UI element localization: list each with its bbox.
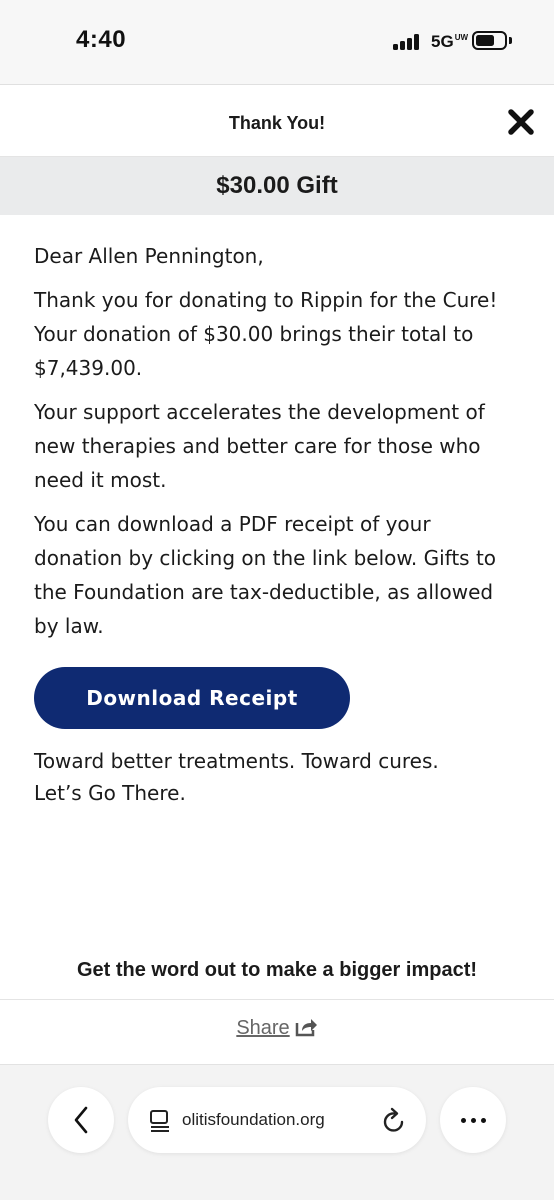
network-indicator: 5GUW bbox=[431, 32, 468, 52]
download-receipt-button[interactable]: Download Receipt bbox=[34, 667, 350, 729]
reader-icon[interactable] bbox=[148, 1108, 172, 1132]
share-icon[interactable] bbox=[294, 1017, 318, 1037]
back-button[interactable] bbox=[48, 1087, 114, 1153]
address-bar[interactable]: olitisfoundation.org bbox=[128, 1087, 426, 1153]
url-text[interactable]: olitisfoundation.org bbox=[182, 1110, 382, 1130]
support-paragraph: Your support accelerates the development… bbox=[34, 400, 485, 492]
gift-amount: $30.00 Gift bbox=[216, 172, 338, 199]
reload-icon[interactable] bbox=[382, 1107, 406, 1133]
thank-you-paragraph: Thank you for donating to Rippin for the… bbox=[34, 288, 498, 380]
browser-toolbar: olitisfoundation.org bbox=[0, 1064, 554, 1200]
share-heading: Get the word out to make a bigger impact… bbox=[76, 959, 478, 981]
thank-you-modal: Thank You! $30.00 Gift Dear Allen Pennin… bbox=[0, 84, 554, 1064]
gift-bar: $30.00 Gift bbox=[0, 157, 554, 215]
modal-title: Thank You! bbox=[228, 113, 326, 133]
share-row: Share bbox=[0, 1017, 554, 1040]
close-button[interactable] bbox=[506, 107, 536, 137]
battery-icon bbox=[472, 31, 507, 50]
greeting: Dear Allen Pennington, bbox=[34, 244, 264, 268]
message-body: Dear Allen Pennington, Thank you for don… bbox=[0, 215, 554, 809]
receipt-paragraph: You can download a PDF receipt of your d… bbox=[34, 512, 497, 638]
status-bar: 4:40 5GUW bbox=[0, 0, 554, 84]
share-divider bbox=[0, 999, 554, 1000]
network-label: 5G bbox=[431, 32, 454, 51]
signal-icon bbox=[393, 34, 423, 50]
more-icon bbox=[460, 1117, 486, 1123]
back-icon bbox=[74, 1106, 88, 1134]
status-time: 4:40 bbox=[76, 26, 127, 53]
close-icon bbox=[508, 109, 534, 135]
closing-line-2: Let’s Go There. bbox=[34, 781, 186, 805]
more-button[interactable] bbox=[440, 1087, 506, 1153]
closing-line-1: Toward better treatments. Toward cures. bbox=[34, 749, 439, 773]
network-suffix: UW bbox=[454, 33, 469, 43]
modal-header: Thank You! bbox=[0, 85, 554, 157]
share-link[interactable]: Share bbox=[236, 1017, 289, 1039]
battery-tip bbox=[509, 37, 512, 44]
